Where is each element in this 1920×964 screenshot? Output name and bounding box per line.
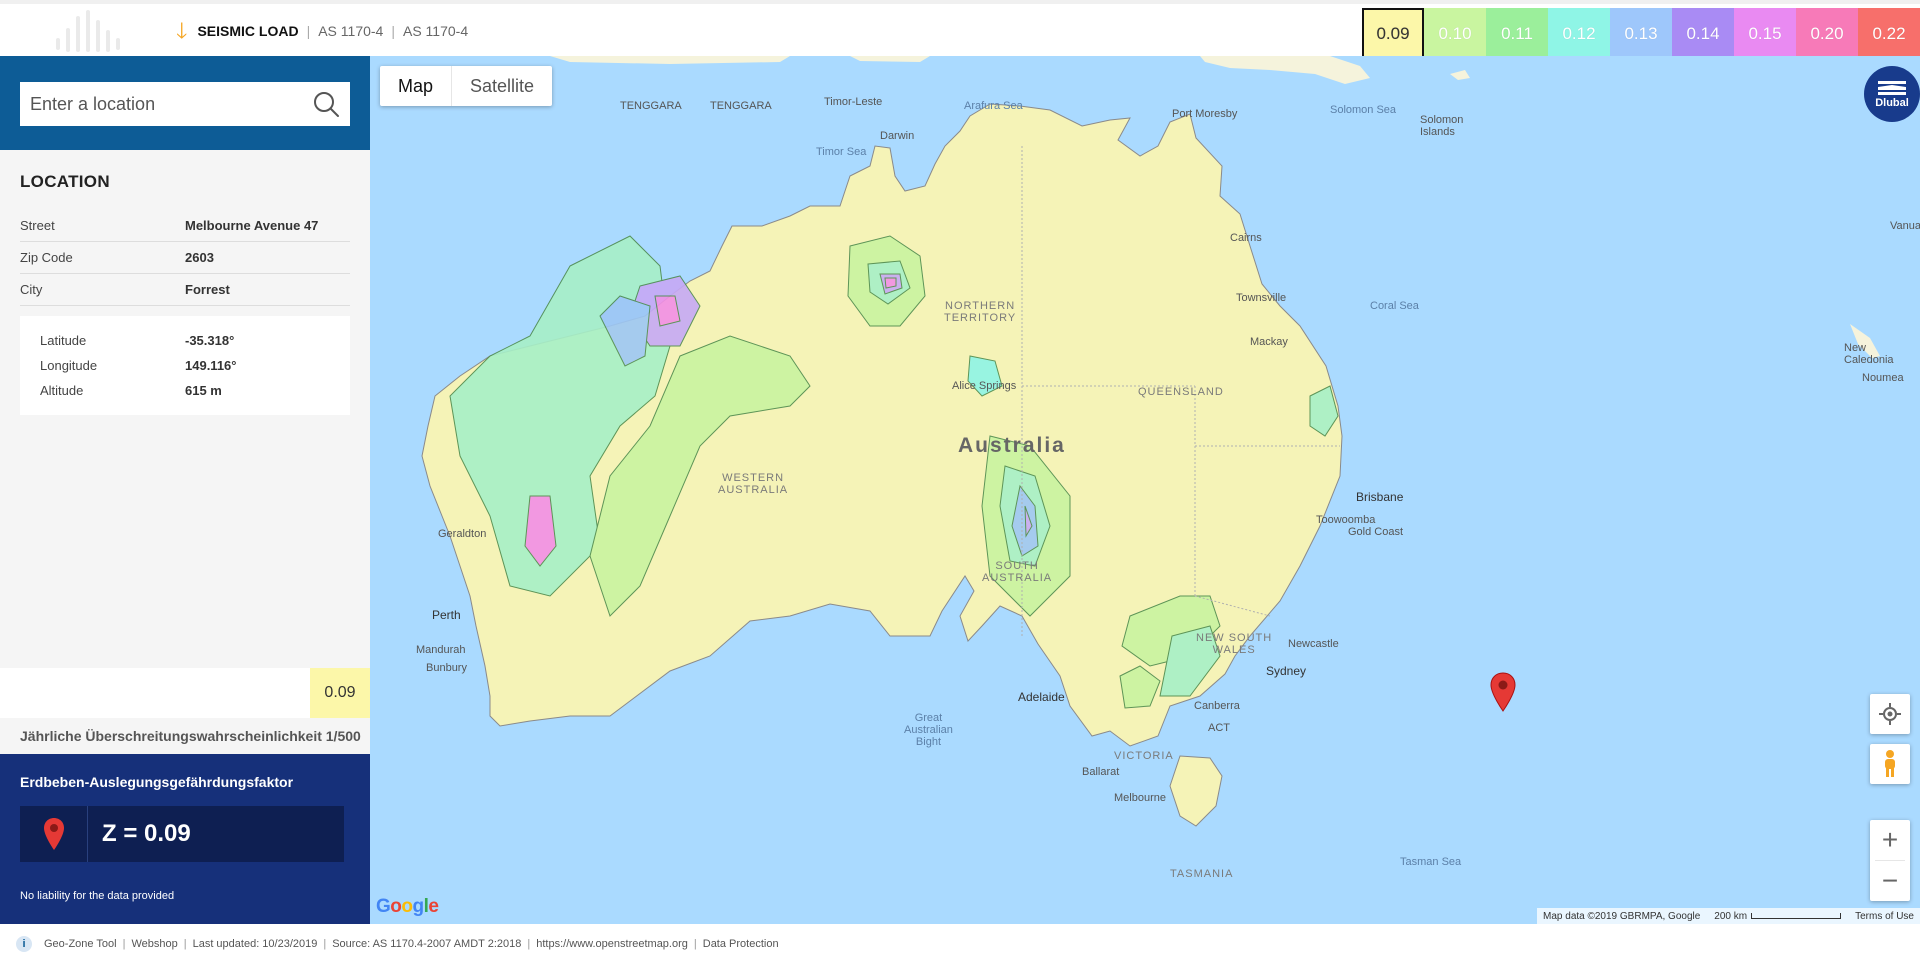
zoom-control: + − <box>1870 820 1910 901</box>
footer-osm-link[interactable]: https://www.openstreetmap.org <box>536 938 688 950</box>
city-value: Forrest <box>185 282 230 297</box>
longitude-row: Longitude 149.116° <box>40 358 237 373</box>
coordinates-box: Latitude -35.318° Longitude 149.116° Alt… <box>20 316 350 415</box>
altitude-row: Altitude 615 m <box>40 383 222 398</box>
street-row: Street Melbourne Avenue 47 <box>20 210 350 242</box>
legend-cell-0-14[interactable]: 0.14 <box>1672 8 1734 60</box>
location-search-input[interactable] <box>30 93 312 115</box>
street-view-button[interactable] <box>1870 744 1910 784</box>
legend-cell-0-11[interactable]: 0.11 <box>1486 8 1548 60</box>
dlubal-badge[interactable]: Dlubal <box>1864 66 1920 122</box>
zone-value-badge: 0.09 <box>310 668 370 718</box>
scale-bar-icon <box>1751 912 1842 919</box>
terms-of-use-link[interactable]: Terms of Use <box>1855 911 1914 922</box>
my-location-button[interactable] <box>1870 694 1910 734</box>
dlubal-logo-icon[interactable] <box>48 10 138 54</box>
legend-cell-0-22[interactable]: 0.22 <box>1858 8 1920 60</box>
altitude-value: 615 m <box>185 383 222 398</box>
load-type-title: SEISMIC LOAD <box>197 23 299 39</box>
pegman-icon <box>1885 750 1895 777</box>
zoom-in-button[interactable]: + <box>1870 820 1910 860</box>
result-panel: Erdbeben-Auslegungsgefährdungsfaktor Z =… <box>0 754 370 924</box>
legend-cell-0-13[interactable]: 0.13 <box>1610 8 1672 60</box>
load-title: 🡓 SEISMIC LOAD | AS 1170-4 | AS 1170-4 <box>176 18 469 43</box>
footer-privacy-link[interactable]: Data Protection <box>703 938 779 950</box>
footer-tool-link[interactable]: Geo-Zone Tool <box>44 938 117 950</box>
top-bar: 🡓 SEISMIC LOAD | AS 1170-4 | AS 1170-4 0… <box>0 0 1920 60</box>
legend-cell-0-10[interactable]: 0.10 <box>1424 8 1486 60</box>
zip-row: Zip Code 2603 <box>20 242 350 274</box>
zip-value: 2603 <box>185 250 214 265</box>
latitude-value: -35.318° <box>185 333 235 348</box>
info-icon[interactable]: i <box>16 936 32 952</box>
satellite-view-button[interactable]: Satellite <box>452 66 552 106</box>
standard-label: AS 1170-4 <box>318 23 384 39</box>
map-data-credit: Map data ©2019 GBRMPA, Google <box>1543 910 1701 922</box>
location-heading: LOCATION <box>20 172 110 191</box>
result-title: Erdbeben-Auslegungsgefährdungsfaktor <box>20 774 294 790</box>
google-logo[interactable]: Google <box>376 896 439 918</box>
dlubal-logo-icon <box>1878 81 1906 95</box>
location-section: LOCATION Street Melbourne Avenue 47 Zip … <box>0 150 370 415</box>
zone-legend: 0.09 0.10 0.11 0.12 0.13 0.14 0.15 0.20 0.22 <box>1362 8 1920 60</box>
map-attribution: Map data ©2019 GBRMPA, Google 200 km Ter… <box>1537 908 1920 924</box>
latitude-row: Latitude -35.318° <box>40 333 235 348</box>
longitude-value: 149.116° <box>185 358 237 373</box>
map-canvas[interactable]: TENGGARA TENGGARA Timor-Leste Arafura Se… <box>370 56 1920 924</box>
arrow-down-icon: 🡓 <box>176 18 188 43</box>
search-icon[interactable] <box>312 90 340 118</box>
map-type-toggle: Map Satellite <box>380 66 553 106</box>
map-pin-icon <box>20 806 88 862</box>
crosshair-icon <box>1879 703 1901 725</box>
result-box: Z = 0.09 <box>20 806 344 862</box>
search-box <box>20 82 350 126</box>
city-row: City Forrest <box>20 274 350 306</box>
search-band <box>0 56 370 150</box>
location-pin-icon[interactable] <box>1490 672 1516 712</box>
street-value: Melbourne Avenue 47 <box>185 218 319 233</box>
standard-link[interactable]: AS 1170-4 <box>403 23 468 39</box>
zoom-out-button[interactable]: − <box>1870 861 1910 901</box>
liability-note: No liability for the data provided <box>20 890 175 902</box>
legend-cell-0-12[interactable]: 0.12 <box>1548 8 1610 60</box>
legend-cell-0-20[interactable]: 0.20 <box>1796 8 1858 60</box>
footer: i Geo-Zone Tool | Webshop | Last updated… <box>0 924 1920 964</box>
legend-cell-0-15[interactable]: 0.15 <box>1734 8 1796 60</box>
footer-last-updated: Last updated: 10/23/2019 <box>192 938 318 950</box>
legend-cell-0-09[interactable]: 0.09 <box>1362 8 1424 60</box>
dlubal-badge-label: Dlubal <box>1875 97 1909 109</box>
footer-source: Source: AS 1170.4-2007 AMDT 2:2018 <box>332 938 522 950</box>
map-view-button[interactable]: Map <box>380 66 451 106</box>
zone-value-band: 0.09 <box>0 668 370 718</box>
map-scale[interactable]: 200 km <box>1714 911 1842 922</box>
exceedance-probability: Jährliche Überschreitungswahrscheinlichk… <box>20 728 361 744</box>
z-factor-value: Z = 0.09 <box>102 820 191 847</box>
left-panel: LOCATION Street Melbourne Avenue 47 Zip … <box>0 56 370 924</box>
footer-webshop-link[interactable]: Webshop <box>131 938 177 950</box>
